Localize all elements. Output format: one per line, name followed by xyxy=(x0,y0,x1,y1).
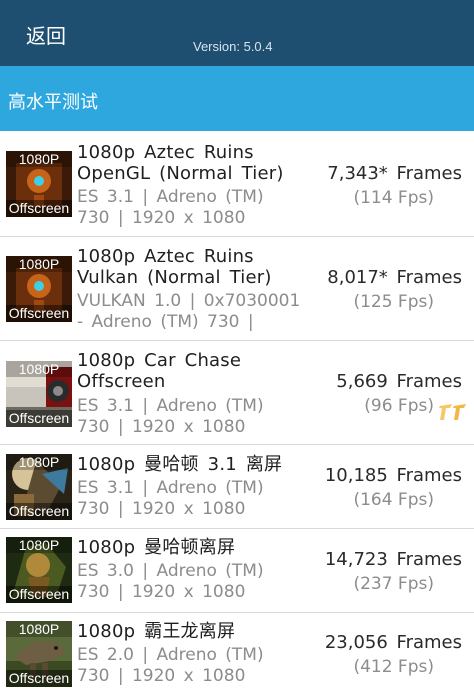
fps-value: (96 Fps) xyxy=(364,396,434,416)
thumb-offscreen-tag: Offscreen xyxy=(6,503,72,520)
frames-value: 23,056 Frames xyxy=(324,632,462,653)
benchmark-details: ES 3.0 | Adreno (TM) 730 | 1920 x 1080 xyxy=(77,561,264,602)
thumb-offscreen-tag: Offscreen xyxy=(6,200,72,217)
manhattan-thumbnail: 1080P Offscreen xyxy=(6,454,72,520)
benchmark-row-trex[interactable]: 1080P Offscreen 1080p 霸王龙离屏 ES 2.0 | Adr… xyxy=(0,613,474,698)
fps-value: (164 Fps) xyxy=(353,490,434,510)
benchmark-row-car-chase[interactable]: 1080P Offscreen 1080p Car Chase Offscree… xyxy=(0,341,474,445)
thumb-resolution-tag: 1080P xyxy=(6,537,72,553)
benchmark-name: 1080p 曼哈顿 3.1 离屏 xyxy=(77,454,283,475)
top-bar: 返回 Version: 5.0.4 xyxy=(0,0,474,66)
benchmark-details: ES 2.0 | Adreno (TM) 730 | 1920 x 1080 xyxy=(77,645,264,686)
frames-value: 10,185 Frames xyxy=(324,465,462,486)
benchmark-row-aztec-opengl[interactable]: 1080P Offscreen 1080p Aztec Ruins OpenGL… xyxy=(0,131,474,237)
benchmark-row-manhattan-31[interactable]: 1080P Offscreen 1080p 曼哈顿 3.1 离屏 ES 3.1 … xyxy=(0,445,474,529)
section-title: 高水平测试 xyxy=(8,92,98,113)
fps-value: (237 Fps) xyxy=(353,574,434,594)
thumb-resolution-tag: 1080P xyxy=(6,256,72,272)
thumb-resolution-tag: 1080P xyxy=(6,361,72,377)
benchmark-name: 1080p Aztec Ruins OpenGL (Normal Tier) xyxy=(77,142,284,184)
benchmark-name: 1080p 曼哈顿离屏 xyxy=(77,537,236,558)
thumb-offscreen-tag: Offscreen xyxy=(6,670,72,687)
thumb-offscreen-tag: Offscreen xyxy=(6,305,72,322)
frames-value: 7,343* Frames xyxy=(327,163,462,184)
benchmark-name: 1080p 霸王龙离屏 xyxy=(77,621,236,642)
back-button[interactable]: 返回 xyxy=(26,20,66,49)
car-chase-thumbnail: 1080P Offscreen xyxy=(6,361,72,427)
aztec-thumbnail: 1080P Offscreen xyxy=(6,256,72,322)
fps-value: (114 Fps) xyxy=(353,188,434,208)
benchmark-details: VULKAN 1.0 | 0x7030001 - Adreno (TM) 730… xyxy=(77,291,301,332)
thumb-resolution-tag: 1080P xyxy=(6,621,72,637)
thumb-resolution-tag: 1080P xyxy=(6,454,72,470)
frames-value: 5,669 Frames xyxy=(336,371,462,392)
aztec-thumbnail: 1080P Offscreen xyxy=(6,151,72,217)
benchmark-row-aztec-vulkan[interactable]: 1080P Offscreen 1080p Aztec Ruins Vulkan… xyxy=(0,237,474,341)
benchmark-row-manhattan[interactable]: 1080P Offscreen 1080p 曼哈顿离屏 ES 3.0 | Adr… xyxy=(0,529,474,613)
fps-value: (412 Fps) xyxy=(353,657,434,677)
thumb-offscreen-tag: Offscreen xyxy=(6,586,72,603)
manhattan-thumbnail: 1080P Offscreen xyxy=(6,537,72,603)
thumb-resolution-tag: 1080P xyxy=(6,151,72,167)
benchmark-name: 1080p Car Chase Offscreen xyxy=(77,350,242,392)
section-header: 高水平测试 xyxy=(0,66,474,131)
version-label: Version: 5.0.4 xyxy=(193,39,273,54)
benchmark-details: ES 3.1 | Adreno (TM) 730 | 1920 x 1080 xyxy=(77,187,264,228)
benchmark-details: ES 3.1 | Adreno (TM) 730 | 1920 x 1080 xyxy=(77,478,264,519)
thumb-offscreen-tag: Offscreen xyxy=(6,410,72,427)
frames-value: 14,723 Frames xyxy=(324,549,462,570)
benchmark-name: 1080p Aztec Ruins Vulkan (Normal Tier) xyxy=(77,246,272,288)
frames-value: 8,017* Frames xyxy=(327,267,462,288)
watermark-logo-icon xyxy=(439,404,466,420)
trex-thumbnail: 1080P Offscreen xyxy=(6,621,72,687)
benchmark-details: ES 3.1 | Adreno (TM) 730 | 1920 x 1080 xyxy=(77,396,264,437)
fps-value: (125 Fps) xyxy=(353,292,434,312)
